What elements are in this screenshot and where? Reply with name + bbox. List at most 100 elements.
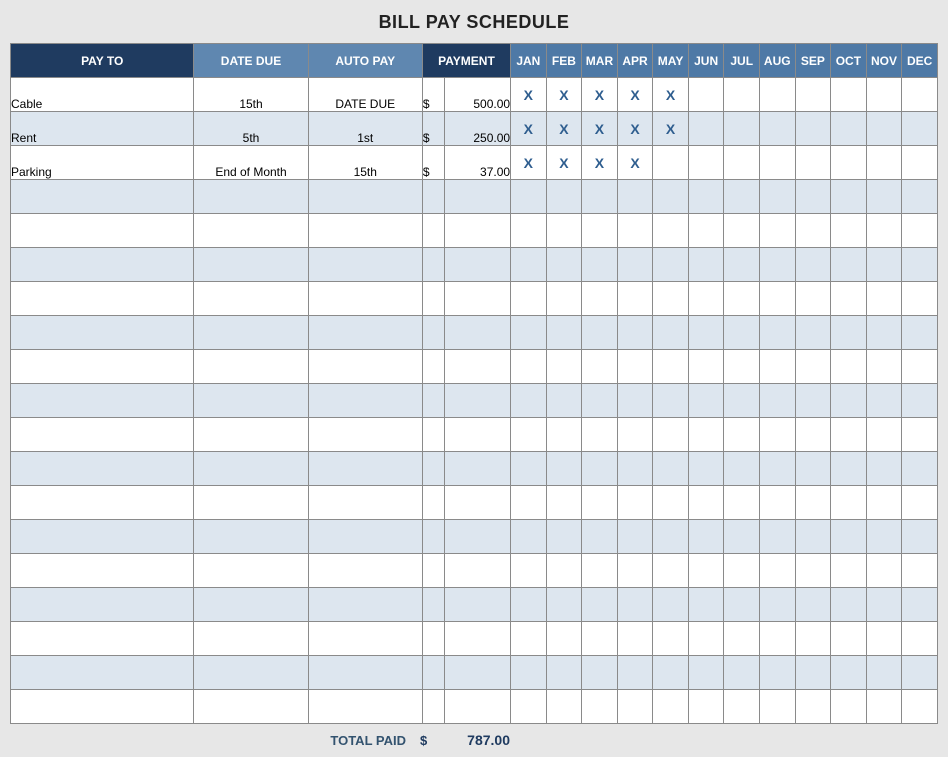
cell-amount[interactable]	[444, 486, 510, 520]
cell-month[interactable]	[653, 622, 689, 656]
cell-month[interactable]	[653, 248, 689, 282]
cell-month[interactable]	[688, 520, 724, 554]
cell-month[interactable]	[759, 112, 795, 146]
cell-month[interactable]	[617, 520, 653, 554]
cell-month[interactable]	[795, 520, 831, 554]
cell-month[interactable]	[724, 622, 760, 656]
cell-datedue[interactable]	[194, 520, 308, 554]
cell-month[interactable]	[511, 690, 547, 724]
cell-month[interactable]	[759, 520, 795, 554]
cell-autopay[interactable]: DATE DUE	[308, 78, 422, 112]
cell-autopay[interactable]	[308, 418, 422, 452]
cell-month[interactable]	[902, 112, 938, 146]
cell-month[interactable]	[759, 690, 795, 724]
cell-month[interactable]	[759, 180, 795, 214]
cell-amount[interactable]	[444, 656, 510, 690]
cell-datedue[interactable]: 5th	[194, 112, 308, 146]
cell-month[interactable]	[724, 214, 760, 248]
cell-month[interactable]	[759, 316, 795, 350]
cell-month[interactable]	[617, 622, 653, 656]
cell-month[interactable]: X	[546, 78, 582, 112]
cell-month[interactable]	[866, 316, 902, 350]
cell-payto[interactable]	[11, 486, 194, 520]
cell-month[interactable]	[724, 350, 760, 384]
cell-month[interactable]	[511, 656, 547, 690]
cell-month[interactable]	[866, 112, 902, 146]
cell-amount[interactable]	[444, 384, 510, 418]
cell-amount[interactable]	[444, 588, 510, 622]
cell-month[interactable]	[688, 690, 724, 724]
cell-month[interactable]	[866, 520, 902, 554]
cell-month[interactable]	[795, 78, 831, 112]
cell-month[interactable]	[688, 622, 724, 656]
cell-payto[interactable]	[11, 622, 194, 656]
cell-month[interactable]	[511, 588, 547, 622]
cell-month[interactable]	[831, 146, 867, 180]
cell-month[interactable]	[582, 452, 618, 486]
cell-month[interactable]	[617, 248, 653, 282]
cell-month[interactable]	[617, 418, 653, 452]
cell-month[interactable]	[617, 384, 653, 418]
cell-month[interactable]	[795, 112, 831, 146]
cell-payto[interactable]	[11, 350, 194, 384]
cell-datedue[interactable]	[194, 282, 308, 316]
cell-month[interactable]	[653, 486, 689, 520]
cell-month[interactable]	[617, 554, 653, 588]
cell-month[interactable]	[866, 554, 902, 588]
cell-month[interactable]: X	[653, 112, 689, 146]
cell-month[interactable]	[902, 316, 938, 350]
cell-month[interactable]	[759, 554, 795, 588]
cell-month[interactable]	[831, 452, 867, 486]
cell-month[interactable]	[688, 486, 724, 520]
cell-month[interactable]: X	[653, 78, 689, 112]
cell-month[interactable]	[724, 180, 760, 214]
cell-amount[interactable]	[444, 350, 510, 384]
cell-payto[interactable]	[11, 248, 194, 282]
cell-payto[interactable]	[11, 214, 194, 248]
cell-autopay[interactable]	[308, 248, 422, 282]
cell-datedue[interactable]	[194, 384, 308, 418]
cell-month[interactable]	[546, 452, 582, 486]
cell-month[interactable]	[582, 690, 618, 724]
cell-month[interactable]	[688, 418, 724, 452]
cell-month[interactable]	[902, 282, 938, 316]
cell-month[interactable]	[831, 248, 867, 282]
cell-month[interactable]	[582, 418, 618, 452]
cell-month[interactable]	[795, 418, 831, 452]
cell-datedue[interactable]	[194, 452, 308, 486]
cell-month[interactable]	[546, 554, 582, 588]
cell-payto[interactable]	[11, 418, 194, 452]
cell-month[interactable]	[511, 554, 547, 588]
cell-month[interactable]	[759, 350, 795, 384]
cell-payto[interactable]	[11, 282, 194, 316]
cell-month[interactable]	[582, 282, 618, 316]
cell-month[interactable]	[902, 622, 938, 656]
cell-month[interactable]	[831, 282, 867, 316]
cell-month[interactable]	[831, 112, 867, 146]
cell-month[interactable]	[795, 282, 831, 316]
cell-month[interactable]	[582, 486, 618, 520]
cell-month[interactable]	[866, 622, 902, 656]
cell-month[interactable]	[617, 350, 653, 384]
cell-month[interactable]	[795, 486, 831, 520]
cell-month[interactable]	[831, 316, 867, 350]
cell-month[interactable]	[795, 350, 831, 384]
cell-datedue[interactable]	[194, 350, 308, 384]
cell-month[interactable]	[795, 622, 831, 656]
cell-amount[interactable]	[444, 248, 510, 282]
cell-month[interactable]	[831, 180, 867, 214]
cell-month[interactable]	[795, 214, 831, 248]
cell-datedue[interactable]	[194, 180, 308, 214]
cell-month[interactable]	[688, 350, 724, 384]
cell-month[interactable]	[511, 180, 547, 214]
cell-month[interactable]	[511, 418, 547, 452]
cell-month[interactable]: X	[546, 112, 582, 146]
cell-month[interactable]	[724, 316, 760, 350]
cell-month[interactable]	[617, 180, 653, 214]
cell-month[interactable]	[582, 384, 618, 418]
cell-month[interactable]	[688, 180, 724, 214]
cell-month[interactable]	[546, 520, 582, 554]
cell-month[interactable]: X	[546, 146, 582, 180]
cell-month[interactable]	[831, 656, 867, 690]
cell-autopay[interactable]	[308, 588, 422, 622]
